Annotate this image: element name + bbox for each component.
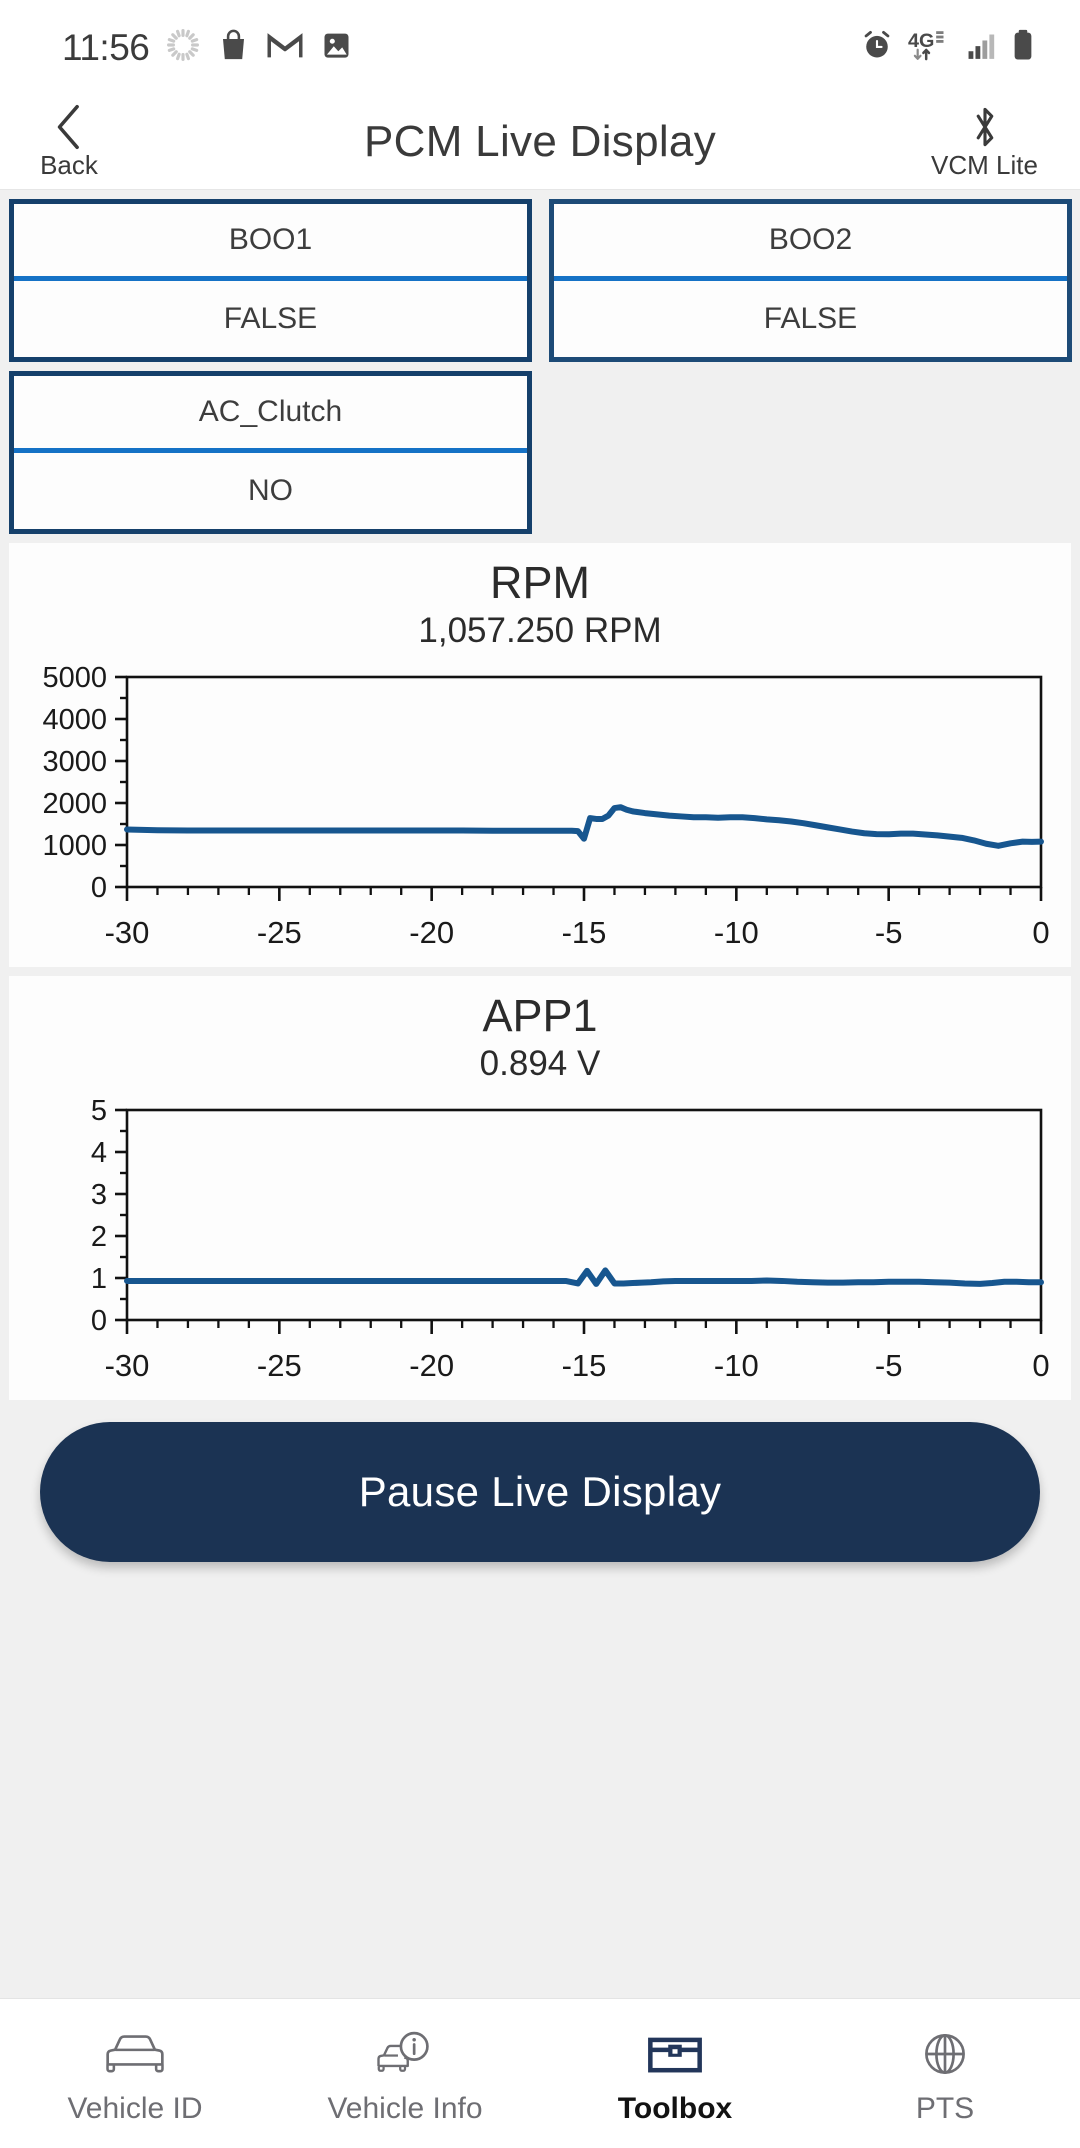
pid-value: FALSE: [763, 301, 858, 335]
globe-icon: [914, 2024, 976, 2084]
pid-tile-ac-clutch[interactable]: AC_Clutch NO: [0, 371, 540, 534]
x-axis-tick-label: 0: [1032, 915, 1049, 950]
y-axis-tick-label: 2: [91, 1221, 107, 1253]
x-axis-tick-label: -10: [714, 915, 759, 950]
pid-name: AC_Clutch: [14, 376, 527, 453]
nav-item-vehicle-info[interactable]: Vehicle Info: [270, 1999, 540, 2148]
status-bar: 11:56 4G: [0, 0, 1080, 95]
y-axis-tick-label: 3000: [42, 746, 107, 778]
nav-item-pts[interactable]: PTS: [810, 1999, 1080, 2148]
chart-current-value: 1,057.250 RPM: [418, 610, 662, 650]
chart-data-line: [124, 1267, 1044, 1287]
status-bar-right: 4G: [860, 27, 1034, 68]
chart-current-value: 0.894 V: [479, 1043, 601, 1083]
nav-item-toolbox[interactable]: Toolbox: [540, 1999, 810, 2148]
gmail-icon: [266, 27, 304, 68]
x-axis-tick-label: -25: [257, 1348, 302, 1383]
nav-label: Toolbox: [617, 2091, 733, 2125]
bottom-navigation: Vehicle ID Vehicle Info Toolbox PTS: [0, 1998, 1080, 2148]
chart-card-app1[interactable]: APP1 0.894 V 0 1 2 3 4 5 -30 -25 -20 -15 -10 -5 0: [9, 976, 1071, 1400]
y-axis-tick-label: 5: [91, 1098, 107, 1127]
x-axis-tick-label: -30: [105, 915, 150, 950]
y-axis-tick-label: 5000: [42, 665, 107, 694]
status-bar-left: 11:56: [62, 27, 353, 69]
y-axis-tick-label: 4: [91, 1137, 107, 1169]
y-axis-tick-label: 2000: [42, 788, 107, 820]
main-content: BOO1 FALSE BOO2 FALSE AC_Clutch NO RPM 1…: [0, 190, 1080, 1998]
nav-item-vehicle-id[interactable]: Vehicle ID: [0, 1999, 270, 2148]
x-axis-tick-label: 0: [1032, 1348, 1049, 1383]
pid-tile-grid: BOO1 FALSE BOO2 FALSE AC_Clutch NO: [0, 190, 1080, 534]
pause-live-display-button[interactable]: Pause Live Display: [40, 1422, 1040, 1562]
pid-tile-boo1[interactable]: BOO1 FALSE: [0, 199, 540, 362]
nav-label: Vehicle Info: [327, 2091, 483, 2125]
line-chart-svg: 0 1 2 3 4 5 -30 -25 -20 -15 -10 -5 0: [91, 1098, 1050, 1383]
pid-name: BOO2: [554, 204, 1067, 281]
chart-plot-app1: 0 1 2 3 4 5 -30 -25 -20 -15 -10 -5 0: [9, 1098, 1071, 1388]
pid-value: FALSE: [223, 301, 318, 335]
x-axis-tick-label: -5: [875, 915, 903, 950]
x-axis-tick-label: -10: [714, 1348, 759, 1383]
y-axis-tick-label: 3: [91, 1179, 107, 1211]
pid-value: NO: [248, 473, 293, 507]
car-outline-icon: [104, 2024, 166, 2084]
x-axis-tick-label: -15: [562, 915, 607, 950]
y-axis-tick-label: 1000: [42, 830, 107, 862]
pid-tile-empty: [540, 371, 1080, 534]
x-axis-tick-label: -20: [409, 915, 454, 950]
chart-card-rpm[interactable]: RPM 1,057.250 RPM 0 1000 2000 3000 4000 5000 -…: [9, 543, 1071, 967]
pause-button-container: Pause Live Display: [0, 1400, 1080, 1562]
chart-title: APP1: [482, 990, 598, 1041]
app-header: Back PCM Live Display VCM Lite: [0, 95, 1080, 190]
vcm-device-button[interactable]: VCM Lite: [897, 91, 1072, 191]
signal-bars-icon: [966, 28, 998, 67]
x-axis-tick-label: -15: [562, 1348, 607, 1383]
x-axis-tick-label: -5: [875, 1348, 903, 1383]
loading-spinner-icon: [165, 27, 201, 68]
pid-tile-boo2[interactable]: BOO2 FALSE: [540, 199, 1080, 362]
pid-name: BOO1: [14, 204, 527, 281]
app-root: 11:56 4G Back PCM Live Display VCM Lite …: [0, 0, 1080, 2148]
line-chart-svg: 0 1000 2000 3000 4000 5000 -30 -25 -20 -15 -10 -5 0: [42, 665, 1049, 950]
chart-data-line: [124, 804, 1044, 849]
car-info-icon: [374, 2024, 436, 2084]
chart-plot-rpm: 0 1000 2000 3000 4000 5000 -30 -25 -20 -15 -10 -5 0: [9, 665, 1071, 955]
nav-label: PTS: [915, 2091, 975, 2125]
vcm-device-label: VCM Lite: [931, 150, 1038, 180]
alarm-icon: [860, 28, 894, 67]
shopping-bag-icon: [217, 27, 250, 68]
toolbox-icon: [644, 2024, 706, 2084]
4g-network-icon: 4G: [908, 27, 952, 68]
battery-icon: [1012, 27, 1034, 68]
chart-title: RPM: [490, 557, 590, 608]
x-axis-tick-label: -25: [257, 915, 302, 950]
status-bar-clock: 11:56: [62, 26, 150, 68]
y-axis-tick-label: 0: [91, 872, 107, 904]
bluetooth-icon: [976, 107, 993, 147]
x-axis-tick-label: -30: [105, 1348, 150, 1383]
y-axis-tick-label: 4000: [42, 704, 107, 736]
nav-label: Vehicle ID: [67, 2091, 203, 2125]
x-axis-tick-label: -20: [409, 1348, 454, 1383]
photos-icon: [320, 27, 353, 68]
y-axis-tick-label: 1: [91, 1263, 107, 1295]
svg-text:4G: 4G: [908, 30, 934, 52]
y-axis-tick-label: 0: [91, 1305, 107, 1337]
